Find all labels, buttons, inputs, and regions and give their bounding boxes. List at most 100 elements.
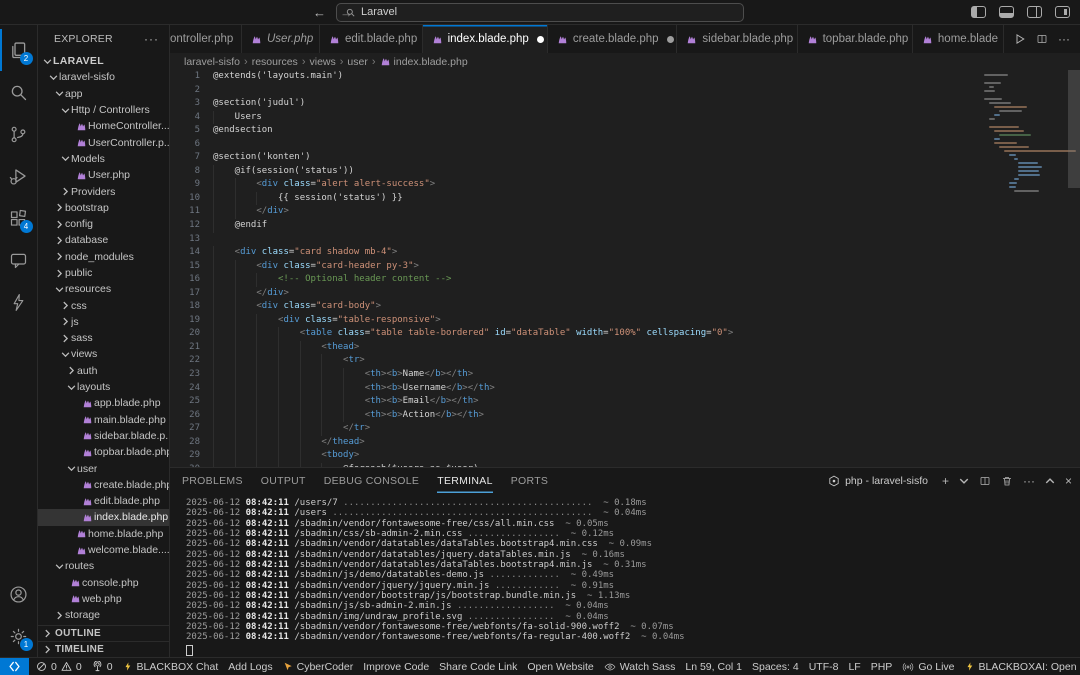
tab-edit-blade-php[interactable]: edit.blade.php <box>320 25 423 53</box>
status-cursor-position[interactable]: Ln 59, Col 1 <box>680 658 747 675</box>
tree-item-laravel-sisfo[interactable]: laravel-sisfo <box>38 69 169 85</box>
tree-item-node-modules[interactable]: node_modules <box>38 249 169 265</box>
tree-item-sidebar-blade-p-[interactable]: sidebar.blade.p... <box>38 428 169 444</box>
toggle-panel-icon[interactable] <box>999 6 1014 18</box>
editor-scrollbar[interactable] <box>1068 70 1080 188</box>
tree-item-database[interactable]: database <box>38 232 169 248</box>
tree-item-auth[interactable]: auth <box>38 363 169 379</box>
breadcrumb-item[interactable]: views <box>309 56 335 68</box>
tree-item-public[interactable]: public <box>38 265 169 281</box>
status-remote-indicator[interactable] <box>0 658 29 675</box>
back-button[interactable]: ← <box>313 5 326 20</box>
status-encoding[interactable]: UTF-8 <box>804 658 844 675</box>
terminal-dropdown-button[interactable] <box>959 476 969 486</box>
split-editor-button[interactable] <box>1036 33 1048 45</box>
tree-item-js[interactable]: js <box>38 314 169 330</box>
status-open-website[interactable]: Open Website <box>522 658 598 675</box>
tab-ontroller-php[interactable]: ontroller.php <box>170 25 242 53</box>
tab-topbar-blade-php[interactable]: topbar.blade.php <box>798 25 913 53</box>
status-watch-sass[interactable]: Watch Sass <box>599 658 681 675</box>
status-improve-code[interactable]: Improve Code <box>358 658 434 675</box>
tree-item-http-controllers[interactable]: Http / Controllers <box>38 102 169 118</box>
activity-explorer[interactable]: 2 <box>0 29 38 71</box>
explorer-more-actions-button[interactable]: ··· <box>144 32 159 46</box>
tree-item-resources[interactable]: resources <box>38 281 169 297</box>
tree-item-usercontroller-p-[interactable]: UserController.p... <box>38 134 169 150</box>
tree-item-create-blade-php[interactable]: create.blade.php <box>38 477 169 493</box>
activity-extensions[interactable]: 4 <box>0 197 38 239</box>
tree-item-user[interactable]: user <box>38 460 169 476</box>
breadcrumb-item[interactable]: resources <box>252 56 298 68</box>
activity-run-and-debug[interactable] <box>0 155 38 197</box>
panel-tab-ports[interactable]: PORTS <box>511 468 548 493</box>
tab-home-blade[interactable]: home.blade <box>913 25 1004 53</box>
more-actions-button[interactable]: ··· <box>1058 32 1070 46</box>
tab-sidebar-blade-php[interactable]: sidebar.blade.php <box>677 25 797 53</box>
panel-tab-terminal[interactable]: TERMINAL <box>437 468 493 493</box>
activity-chat[interactable] <box>0 239 38 281</box>
tree-item-routes[interactable]: routes <box>38 558 169 574</box>
maximize-panel-button[interactable] <box>1045 476 1055 486</box>
tree-item-views[interactable]: views <box>38 346 169 362</box>
breadcrumb-item[interactable]: index.blade.php <box>380 56 468 68</box>
tree-root[interactable]: LARAVEL <box>38 53 169 69</box>
close-panel-button[interactable]: × <box>1065 474 1072 488</box>
tree-item-app-blade-php[interactable]: app.blade.php <box>38 395 169 411</box>
status-go-live[interactable]: Go Live <box>897 658 959 675</box>
status-blackbox-chat[interactable]: BLACKBOX Chat <box>118 658 224 675</box>
activity-thunder[interactable] <box>0 281 38 323</box>
tab-create-blade-php[interactable]: create.blade.php <box>548 25 678 53</box>
run-file-button[interactable] <box>1014 33 1026 45</box>
tree-item-welcome-blade-[interactable]: welcome.blade.... <box>38 542 169 558</box>
tree-item-home-blade-php[interactable]: home.blade.php <box>38 526 169 542</box>
tree-item-storage[interactable]: storage <box>38 607 169 623</box>
tree-item-web-php[interactable]: web.php <box>38 591 169 607</box>
toggle-primary-sidebar-icon[interactable] <box>971 6 986 18</box>
tree-item-sass[interactable]: sass <box>38 330 169 346</box>
timeline-section[interactable]: TIMELINE <box>38 641 169 657</box>
terminal-output[interactable]: 2025-06-12 08:42:11 /users/7 ...........… <box>170 493 1080 657</box>
status-indentation[interactable]: Spaces: 4 <box>747 658 804 675</box>
activity-search[interactable] <box>0 71 38 113</box>
tab-index-blade-php[interactable]: index.blade.php <box>423 25 548 53</box>
tree-item-topbar-blade-php[interactable]: topbar.blade.php <box>38 444 169 460</box>
status-share-code-link[interactable]: Share Code Link <box>434 658 522 675</box>
forward-button[interactable]: → <box>340 5 353 20</box>
panel-tab-problems[interactable]: PROBLEMS <box>182 468 243 493</box>
tree-item-index-blade-php[interactable]: index.blade.php <box>38 509 169 525</box>
status-eol[interactable]: LF <box>843 658 865 675</box>
status-ports-forwarded[interactable]: 0 <box>87 658 118 675</box>
status-add-logs[interactable]: Add Logs <box>223 658 277 675</box>
activity-accounts[interactable] <box>0 573 38 615</box>
status-errors-warnings[interactable]: 00 <box>31 658 87 675</box>
tab-user-php[interactable]: User.php <box>242 25 320 53</box>
tree-item-homecontroller-[interactable]: HomeController.... <box>38 118 169 134</box>
panel-tab-output[interactable]: OUTPUT <box>261 468 306 493</box>
tree-item-console-php[interactable]: console.php <box>38 575 169 591</box>
customize-layout-icon[interactable] <box>1055 6 1070 18</box>
breadcrumb-item[interactable]: laravel-sisfo <box>184 56 240 68</box>
code-editor[interactable]: 1@extends('layouts.main')23@section('jud… <box>170 70 1080 467</box>
status-cybercoder[interactable]: CyberCoder <box>278 658 359 675</box>
tree-item-layouts[interactable]: layouts <box>38 379 169 395</box>
tree-item-config[interactable]: config <box>38 216 169 232</box>
kill-terminal-button[interactable] <box>1001 475 1013 487</box>
status-blackboxai-open-chat[interactable]: BLACKBOXAI: Open Chat <box>960 658 1080 675</box>
toggle-secondary-sidebar-icon[interactable] <box>1027 6 1042 18</box>
terminal-instance-label[interactable]: php - laravel-sisfo <box>828 475 928 487</box>
command-center-search[interactable]: Laravel <box>336 3 744 22</box>
tree-item-css[interactable]: css <box>38 297 169 313</box>
split-terminal-button[interactable] <box>979 475 991 487</box>
panel-more-actions-button[interactable]: ··· <box>1023 474 1035 488</box>
breadcrumb-item[interactable]: user <box>347 56 367 68</box>
panel-tab-debug-console[interactable]: DEBUG CONSOLE <box>324 468 420 493</box>
new-terminal-button[interactable]: + <box>942 474 949 488</box>
tree-item-models[interactable]: Models <box>38 151 169 167</box>
status-language-mode[interactable]: PHP <box>866 658 898 675</box>
tree-item-app[interactable]: app <box>38 86 169 102</box>
outline-section[interactable]: OUTLINE <box>38 625 169 641</box>
tree-item-main-blade-php[interactable]: main.blade.php <box>38 412 169 428</box>
tree-item-edit-blade-php[interactable]: edit.blade.php <box>38 493 169 509</box>
minimap[interactable] <box>958 74 1068 194</box>
tree-item-user-php[interactable]: User.php <box>38 167 169 183</box>
